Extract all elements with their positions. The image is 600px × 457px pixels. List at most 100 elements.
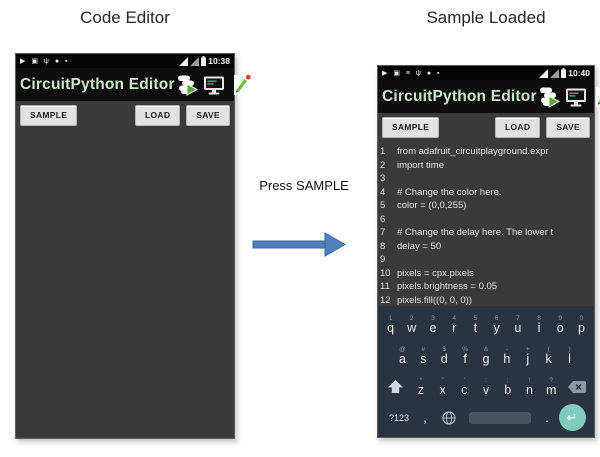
key-d[interactable]: $d — [434, 346, 455, 366]
key-y[interactable]: 6y — [486, 315, 507, 335]
code-editor-area[interactable] — [16, 129, 234, 438]
globe-key[interactable] — [436, 411, 462, 425]
line-code: pixels.brightness = 0.05 — [397, 281, 594, 292]
line-code: pixels.fill((0, 0, 0)) — [397, 295, 594, 306]
code-line: 9 — [380, 253, 594, 267]
status-icons-left: ▶ ▣ ≡ ψ ● ▪ — [382, 69, 442, 77]
key-g[interactable]: &g — [476, 346, 497, 366]
key-i[interactable]: 8i — [528, 315, 549, 335]
key-p[interactable]: 0p — [571, 315, 592, 335]
key-e[interactable]: 3e — [422, 315, 443, 335]
status-icons-left: ▶ ▣ ψ ● ▪ — [20, 57, 69, 65]
space-key[interactable] — [469, 412, 531, 424]
key-r[interactable]: 4r — [444, 315, 465, 335]
key-a[interactable]: @a — [392, 346, 413, 366]
symbols-key[interactable]: ?123 — [384, 413, 414, 423]
app-bar: CircuitPython Editor — [16, 68, 234, 101]
caption-sample-loaded: Sample Loaded — [377, 8, 595, 28]
line-number: 5 — [380, 200, 397, 211]
comma-key[interactable]: , — [414, 410, 436, 425]
key-o[interactable]: 9o — [550, 315, 571, 335]
key-n[interactable]: !n — [519, 377, 541, 397]
onscreen-keyboard: 1q 2w 3e 4r 5t 6y 7u 8i 9o 0p @a #s $d %… — [378, 306, 594, 437]
key-x[interactable]: "x — [432, 377, 454, 397]
enter-key[interactable]: ↵ — [556, 404, 588, 431]
key-b[interactable]: ;b — [497, 377, 519, 397]
right-arrow — [252, 229, 347, 260]
key-q[interactable]: 1q — [380, 315, 401, 335]
key-c[interactable]: 'c — [453, 377, 475, 397]
phone-screenshot-right: ▶ ▣ ≡ ψ ● ▪ 10:40 CircuitPython Editor — [377, 65, 595, 438]
line-number: 7 — [380, 227, 397, 238]
edit-document-icon[interactable] — [591, 85, 600, 109]
period-key[interactable]: . — [538, 410, 556, 425]
line-code: # Change the color here. — [397, 187, 594, 198]
key-v[interactable]: :v — [475, 377, 497, 397]
sample-button[interactable]: SAMPLE — [382, 117, 439, 138]
backspace-icon — [568, 381, 586, 393]
run-script-icon[interactable] — [537, 85, 561, 109]
enter-icon: ↵ — [559, 404, 586, 431]
serial-console-icon[interactable] — [564, 85, 588, 109]
line-number: 6 — [380, 214, 397, 225]
signal-icon — [550, 69, 559, 78]
key-f[interactable]: %f — [455, 346, 476, 366]
key-h[interactable]: -h — [496, 346, 517, 366]
code-line: 10pixels = cpx.pixels — [380, 267, 594, 281]
key-w[interactable]: 2w — [401, 315, 422, 335]
press-sample-label: Press SAMPLE — [243, 178, 365, 193]
clock: 10:38 — [208, 56, 230, 66]
line-number: 3 — [380, 173, 397, 184]
load-button[interactable]: LOAD — [495, 117, 540, 138]
app-bar: CircuitPython Editor — [378, 80, 594, 113]
status-bar: ▶ ▣ ≡ ψ ● ▪ 10:40 — [378, 66, 594, 80]
line-code: color = (0,0,255) — [397, 200, 594, 211]
wifi-icon — [179, 57, 188, 66]
shift-key[interactable] — [380, 380, 410, 393]
key-s[interactable]: #s — [413, 346, 434, 366]
app-title: CircuitPython Editor — [20, 76, 175, 94]
save-button[interactable]: SAVE — [186, 105, 230, 126]
run-script-icon[interactable] — [175, 73, 199, 97]
line-number: 1 — [380, 146, 397, 157]
key-m[interactable]: ?m — [540, 377, 562, 397]
key-k[interactable]: (k — [538, 346, 559, 366]
code-line: 1from adafruit_circuitplayground.expr — [380, 145, 594, 159]
signal-icon — [190, 57, 199, 66]
key-u[interactable]: 7u — [507, 315, 528, 335]
line-number: 12 — [380, 295, 397, 306]
globe-icon — [442, 411, 456, 425]
save-button[interactable]: SAVE — [546, 117, 590, 138]
line-code: pixels = cpx.pixels — [397, 268, 594, 279]
code-line: 12pixels.fill((0, 0, 0)) — [380, 294, 594, 307]
key-t[interactable]: 5t — [465, 315, 486, 335]
code-line: 7# Change the delay here. The lower t — [380, 226, 594, 240]
edit-document-icon[interactable] — [229, 73, 253, 97]
editor-toolbar: SAMPLE LOAD SAVE — [378, 113, 594, 141]
caption-code-editor: Code Editor — [15, 8, 235, 28]
line-number: 9 — [380, 254, 397, 265]
line-number: 11 — [380, 281, 397, 292]
line-code: delay = 50 — [397, 241, 594, 252]
clock: 10:40 — [568, 68, 590, 78]
serial-console-icon[interactable] — [202, 73, 226, 97]
line-code: import time — [397, 160, 594, 171]
code-line: 4# Change the color here. — [380, 186, 594, 200]
line-number: 2 — [380, 160, 397, 171]
wifi-icon — [539, 69, 548, 78]
key-z[interactable]: *z — [410, 377, 432, 397]
sample-button[interactable]: SAMPLE — [20, 105, 77, 126]
status-bar: ▶ ▣ ψ ● ▪ 10:38 — [16, 54, 234, 68]
line-number: 10 — [380, 268, 397, 279]
code-editor-area[interactable]: 1from adafruit_circuitplayground.expr 2i… — [378, 141, 594, 306]
backspace-key[interactable] — [562, 381, 592, 393]
key-j[interactable]: +j — [517, 346, 538, 366]
load-button[interactable]: LOAD — [135, 105, 180, 126]
line-number: 8 — [380, 241, 397, 252]
code-line: 8delay = 50 — [380, 240, 594, 254]
code-line: 5color = (0,0,255) — [380, 199, 594, 213]
line-code: # Change the delay here. The lower t — [397, 227, 594, 238]
shift-icon — [388, 380, 403, 393]
code-line: 6 — [380, 213, 594, 227]
key-l[interactable]: )l — [559, 346, 580, 366]
